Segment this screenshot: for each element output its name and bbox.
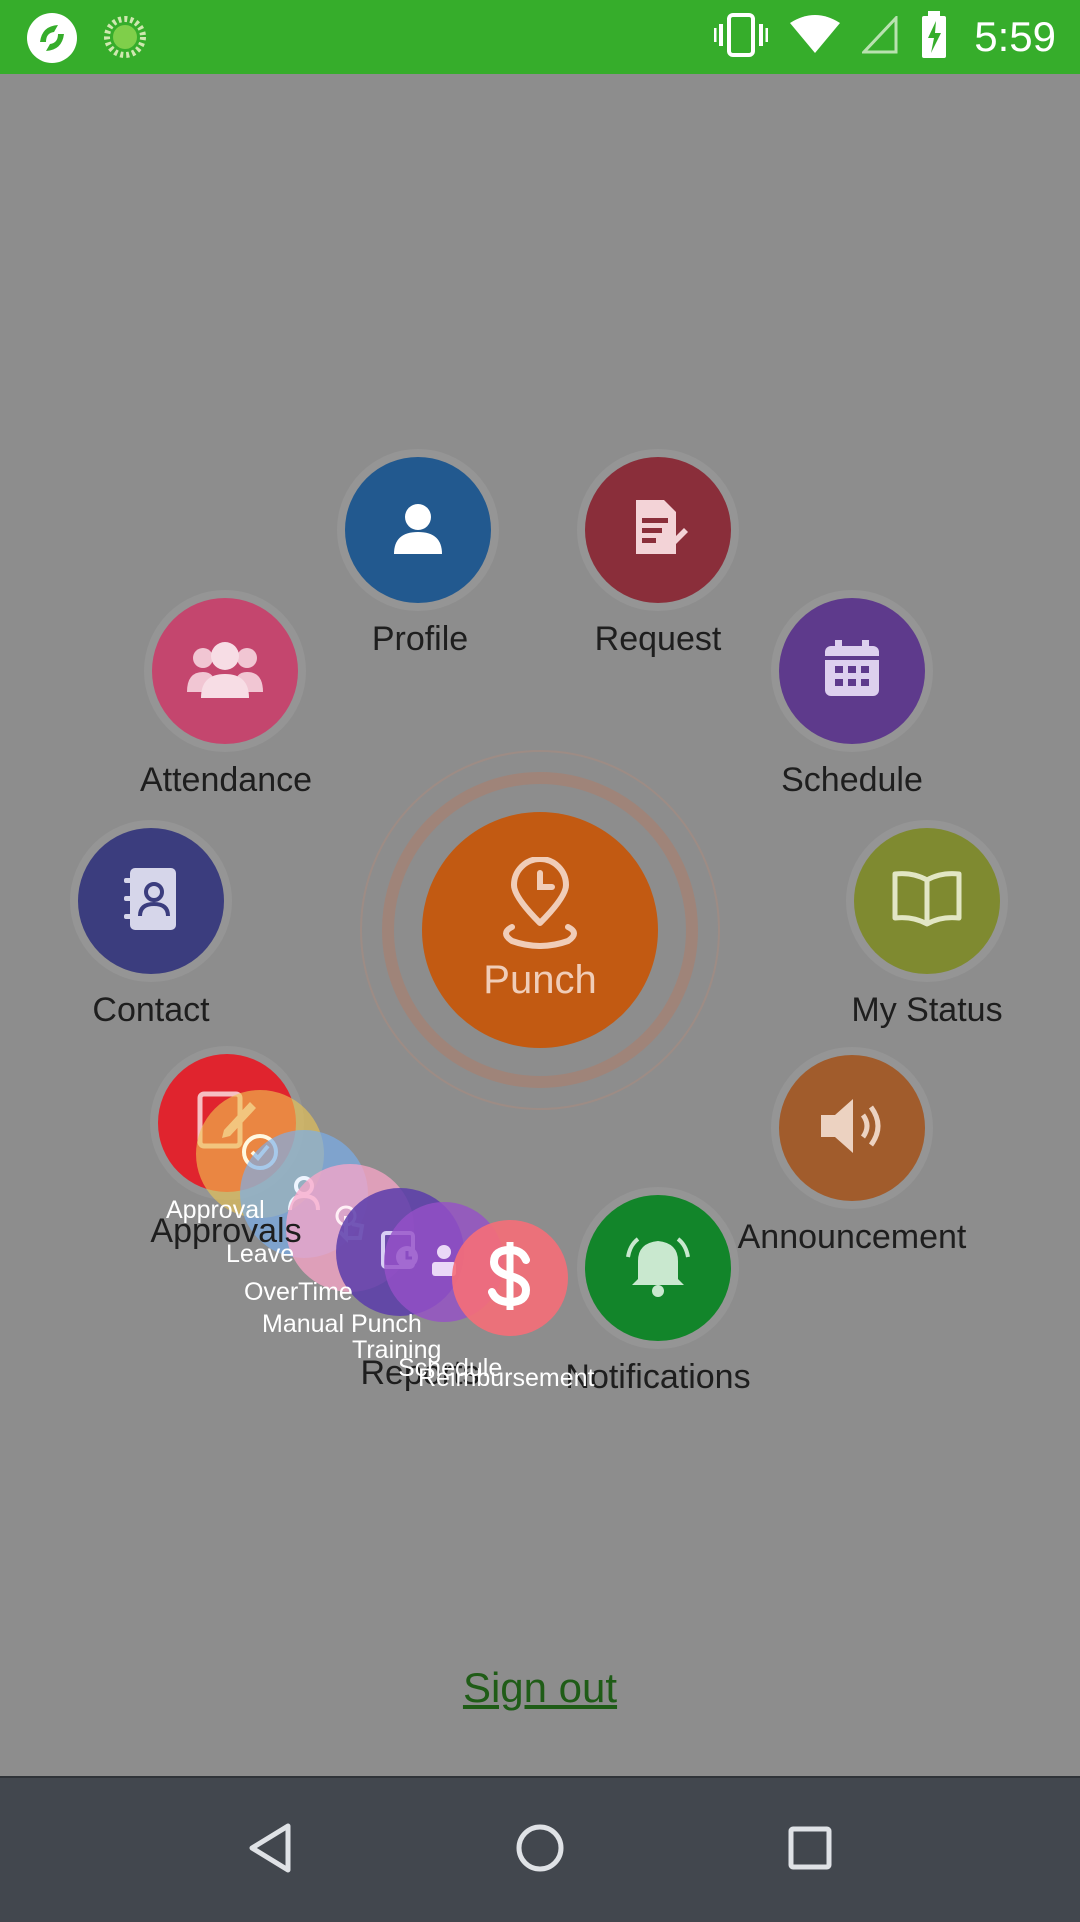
notifications-button[interactable] [585, 1195, 731, 1341]
vibrate-icon [713, 12, 769, 63]
attendance-button[interactable] [152, 598, 298, 744]
person-icon [388, 498, 448, 563]
request-button[interactable] [585, 457, 731, 603]
my-status-label: My Status [851, 991, 1003, 1029]
request-label: Request [594, 620, 722, 658]
document-edit-icon [626, 496, 690, 565]
submenu-overtime-label: OverTime [244, 1278, 353, 1306]
schedule-button[interactable] [779, 598, 925, 744]
loading-spinner-icon [103, 15, 147, 59]
attendance-label: Attendance [139, 761, 313, 799]
submenu-manual-punch-label: Manual Punch [262, 1310, 422, 1338]
group-icon [185, 638, 265, 705]
home-circle-icon [514, 1822, 566, 1879]
status-bar: 5:59 [0, 0, 1080, 74]
open-book-icon [891, 870, 963, 933]
profile-button[interactable] [345, 457, 491, 603]
dollar-icon [484, 1240, 536, 1317]
announcement-button[interactable] [779, 1055, 925, 1201]
submenu-approval-label: Approval [166, 1196, 265, 1224]
calendar-icon [821, 638, 883, 705]
back-triangle-icon [246, 1822, 294, 1879]
cell-signal-icon [860, 13, 898, 59]
contact-button[interactable] [78, 828, 224, 974]
contact-book-icon [122, 866, 180, 937]
battery-charging-icon [920, 10, 948, 64]
app-logo-icon [26, 12, 78, 64]
submenu-reimbursement-label: Reimbursement [418, 1364, 595, 1392]
speaker-icon [819, 1097, 885, 1160]
submenu-reimbursement-button[interactable] [452, 1220, 568, 1336]
my-status-button[interactable] [854, 828, 1000, 974]
recents-square-icon [786, 1824, 834, 1877]
clock-pin-icon [492, 856, 588, 954]
contact-label: Contact [92, 991, 210, 1029]
punch-button[interactable]: Punch [422, 812, 658, 1048]
profile-label: Profile [371, 620, 469, 658]
home-button[interactable] [508, 1818, 572, 1882]
schedule-label: Schedule [781, 761, 923, 799]
back-button[interactable] [238, 1818, 302, 1882]
status-icons: 5:59 [713, 10, 1056, 64]
announcement-label: Announcement [737, 1218, 967, 1256]
navigation-bar [0, 1776, 1080, 1922]
punch-label: Punch [483, 958, 597, 1002]
recents-button[interactable] [778, 1818, 842, 1882]
clock-time: 5:59 [974, 13, 1056, 60]
submenu-leave-label: Leave [226, 1240, 295, 1268]
wifi-icon [790, 14, 841, 60]
bell-icon [622, 1233, 694, 1304]
sign-out-link[interactable]: Sign out [463, 1664, 617, 1712]
